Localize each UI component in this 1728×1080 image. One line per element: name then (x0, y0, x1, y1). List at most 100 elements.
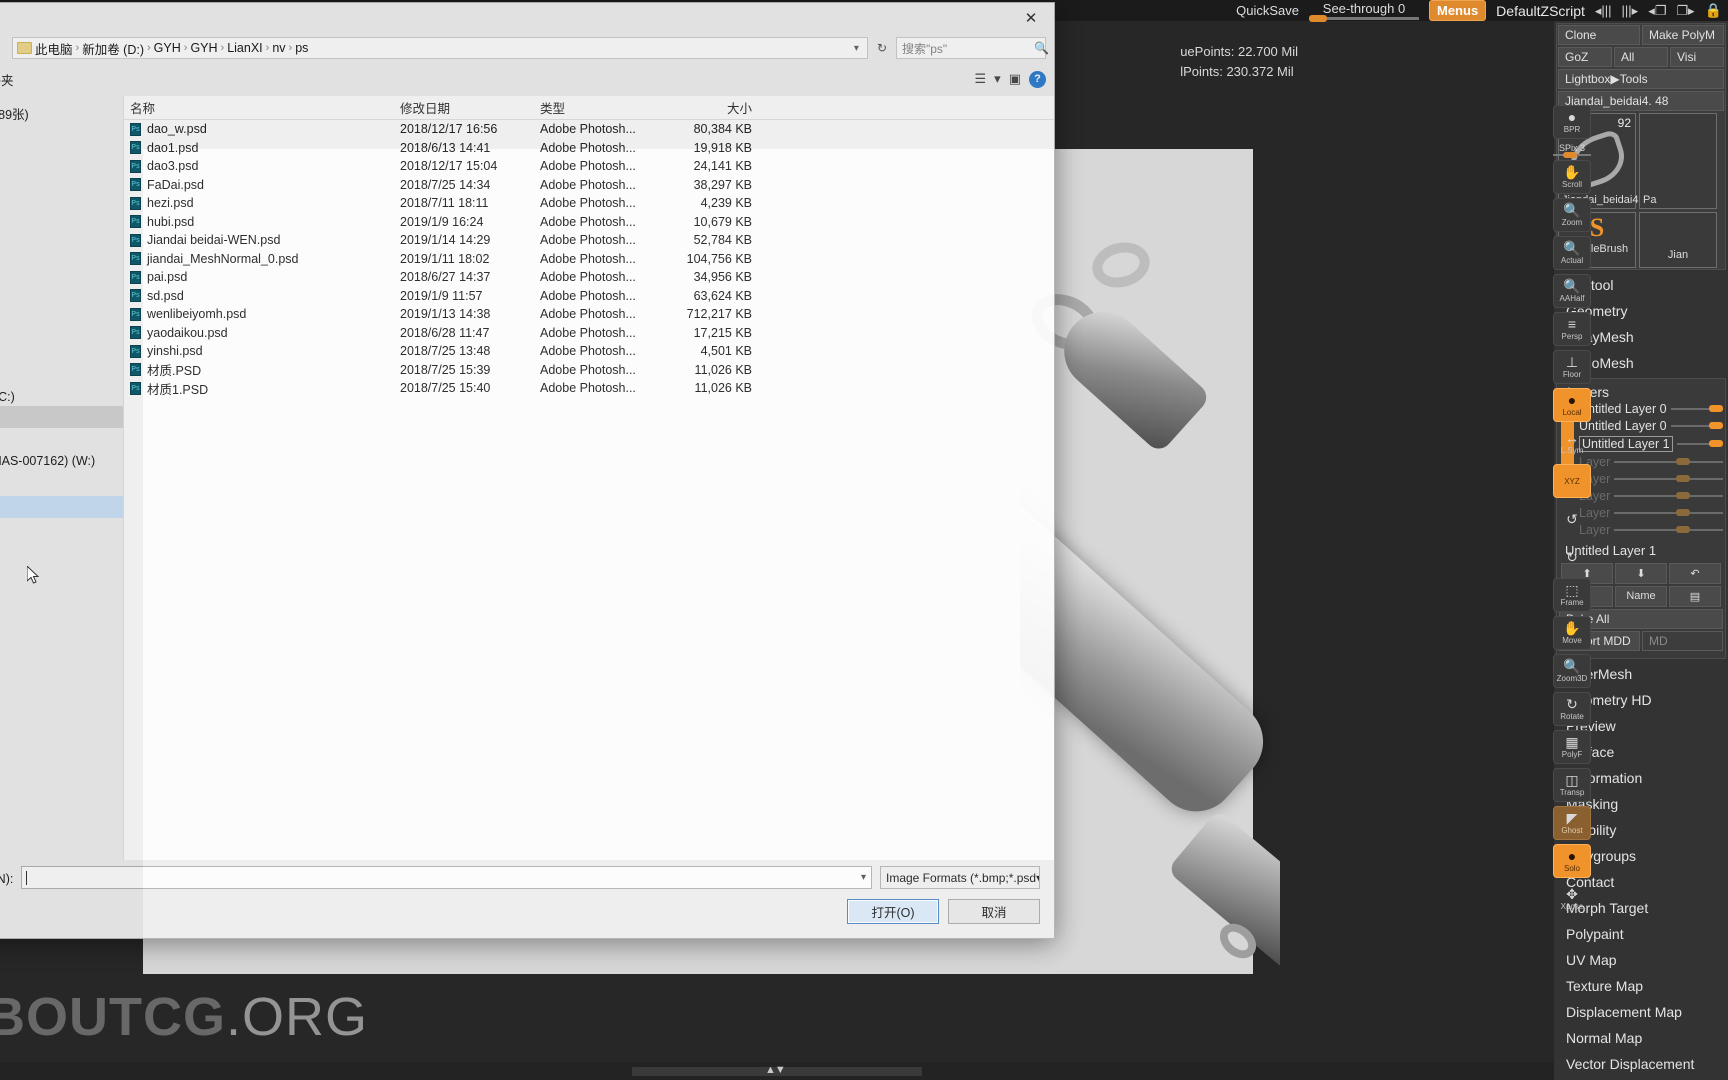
make-polymesh-button[interactable]: Make PolyM (1642, 25, 1724, 45)
tray-button-scroll[interactable]: ✋ Scroll (1553, 160, 1591, 194)
sidebar-item-3[interactable]: 盘 (C:) (0, 384, 123, 406)
tray-button-move[interactable]: ✋ Move (1553, 616, 1591, 650)
layer-slider-knob[interactable] (1676, 509, 1691, 516)
layer-row[interactable]: Layer (1579, 489, 1723, 503)
table-row[interactable]: Ps wenlibeiyomh.psd 2019/1/13 14:38 Adobe P… (124, 305, 1054, 324)
layer-intensity-slider[interactable] (1614, 475, 1723, 482)
zscript-next-icon[interactable]: |||▸ (1622, 3, 1639, 19)
tray-button-polyf[interactable]: ▦ PolyF (1553, 730, 1591, 764)
tray-button-aahalf[interactable]: 🔍 AAHalf (1553, 274, 1591, 308)
refresh-icon[interactable]: ↻ (874, 41, 890, 55)
layer-row[interactable]: Layer (1579, 506, 1723, 520)
all-button[interactable]: All (1614, 47, 1668, 67)
file-format-select[interactable]: Image Formats (*.bmp;*.psd ▾ (880, 866, 1040, 889)
tray-button-zoom3d[interactable]: 🔍 Zoom3D (1553, 654, 1591, 688)
layer-slider-knob[interactable] (1709, 440, 1723, 447)
layer-slider-knob[interactable] (1676, 475, 1691, 482)
open-button[interactable]: 打开(O) (847, 899, 939, 924)
tray-button-icon-11[interactable]: ↺ (1553, 502, 1591, 536)
preview-pane-icon[interactable]: ▣ (1009, 71, 1021, 87)
layer-slider-knob[interactable] (1676, 492, 1691, 499)
sidebar-item-0[interactable]: 子 (89张) (0, 102, 123, 124)
layer-slider-knob[interactable] (1709, 405, 1723, 412)
layer-name-button[interactable]: Name (1615, 586, 1667, 607)
layer-row[interactable]: Untitled Layer 1 (1579, 436, 1723, 452)
table-row[interactable]: Ps 材质.PSD 2018/7/25 15:39 Adobe Photosh... 1… (124, 361, 1054, 380)
cancel-button[interactable]: 取消 (948, 899, 1040, 924)
layer-intensity-slider[interactable] (1614, 458, 1723, 465)
filename-input[interactable]: ▾ (21, 866, 872, 889)
layer-row[interactable]: Layer (1579, 523, 1723, 537)
tray-button-zoom[interactable]: 🔍 Zoom (1553, 198, 1591, 232)
breadcrumb-item-4[interactable]: LianXI (227, 41, 262, 55)
tray-slider-knob[interactable] (1563, 152, 1577, 158)
breadcrumb-item-3[interactable]: GYH (190, 41, 217, 55)
zscript-prev-icon[interactable]: ◂||| (1595, 3, 1612, 19)
tray-button-solo[interactable]: ● Solo (1553, 844, 1591, 878)
up-icon[interactable]: ↑ (0, 40, 6, 56)
tray-button-floor[interactable]: ⊥ Floor (1553, 350, 1591, 384)
sidebar-item-6[interactable]: \\TNAS-007162) (W:) (0, 450, 123, 472)
tray-button-xyz[interactable]: XYZ (1553, 464, 1591, 498)
palette-menu-normal-map[interactable]: Normal Map (1554, 1025, 1728, 1051)
view-list-icon[interactable]: ☰ (975, 71, 987, 87)
column-header-name[interactable]: 名称 (124, 98, 394, 117)
tray-button-persp[interactable]: ≡ Persp (1553, 312, 1591, 346)
layer-reset-button[interactable]: ↶ (1669, 563, 1721, 584)
export-mdd-button[interactable]: MD (1642, 631, 1723, 651)
table-row[interactable]: Ps dao_w.psd 2018/12/17 16:56 Adobe Photosh… (124, 120, 1054, 139)
layer-row[interactable]: Untitled Layer 0 (1579, 402, 1723, 416)
sidebar-item-4[interactable]: (D:) (0, 406, 123, 428)
see-through-slider[interactable]: See-through 0 (1309, 1, 1419, 22)
open-file-dialog[interactable]: ge ✕ ← → ↑ 此电脑›新加卷 (D:)›GYH›GYH›LianXI›n… (0, 2, 1055, 939)
chevron-down-icon[interactable]: ▾ (994, 71, 1001, 87)
layer-slider-knob[interactable] (1676, 458, 1691, 465)
sidebar-item-1[interactable]: 库 (0, 196, 123, 218)
layer-down-button[interactable]: ⬇ (1615, 563, 1667, 584)
table-row[interactable]: Ps jiandai_MeshNormal_0.psd 2019/1/11 18:0… (124, 250, 1054, 269)
layer-intensity-slider[interactable] (1614, 509, 1723, 516)
tray-button-transp[interactable]: ◫ Transp (1553, 768, 1591, 802)
menus-button[interactable]: Menus (1429, 0, 1487, 21)
tray-button-bpr[interactable]: ● BPR (1553, 105, 1591, 139)
goz-button[interactable]: GoZ (1558, 47, 1612, 67)
table-row[interactable]: Ps dao3.psd 2018/12/17 15:04 Adobe Photosh.… (124, 157, 1054, 176)
tray-button-l-sym[interactable]: ↔ L.Sym (1553, 426, 1591, 460)
column-header-type[interactable]: 类型 (534, 98, 662, 117)
see-through-knob[interactable] (1309, 15, 1327, 22)
table-row[interactable]: Ps yinshi.psd 2018/7/25 13:48 Adobe Photosh… (124, 342, 1054, 361)
layer-split-button[interactable]: ▤ (1669, 586, 1721, 607)
table-row[interactable]: Ps hubi.psd 2019/1/9 16:24 Adobe Photosh...… (124, 213, 1054, 232)
breadcrumb[interactable]: 此电脑 › 新加卷 (D:) › GYH › GYH › LianXI › nv › ps ▾ (12, 37, 868, 59)
table-row[interactable]: Ps pai.psd 2018/6/27 14:37 Adobe Photosh...… (124, 268, 1054, 287)
breadcrumb-item-1[interactable]: 新加卷 (D:) (82, 39, 144, 58)
tray-button-frame[interactable]: ⬚ Frame (1553, 578, 1591, 612)
breadcrumb-item-5[interactable]: nv (272, 41, 285, 55)
tray-button-icon-12[interactable]: ↻ (1553, 540, 1591, 574)
filename-dropdown-icon[interactable]: ▾ (861, 872, 866, 883)
layer-row[interactable]: Layer (1579, 455, 1723, 469)
layer-intensity-slider[interactable] (1676, 440, 1723, 447)
visible-button[interactable]: Visi (1670, 47, 1724, 67)
file-list-pane[interactable]: 名称 修改日期 类型 大小 Ps dao_w.psd 2018/12/17 16:5… (123, 96, 1054, 860)
table-row[interactable]: Ps 材质1.PSD 2018/7/25 15:40 Adobe Photosh...… (124, 379, 1054, 398)
sidebar-item-7[interactable] (0, 496, 123, 518)
palette-menu-vector-displacement[interactable]: Vector Displacement (1554, 1051, 1728, 1077)
layer-row[interactable]: Untitled Layer 0 (1579, 419, 1723, 433)
brush-secondary[interactable]: Jian (1639, 212, 1717, 268)
layer-slider-knob[interactable] (1709, 422, 1723, 429)
column-header-size[interactable]: 大小 (662, 98, 762, 117)
zscript-label[interactable]: DefaultZScript (1496, 3, 1585, 19)
canvas-horizontal-scrollbar[interactable]: ▲▼ (632, 1064, 922, 1076)
lightbox-tools-button[interactable]: Lightbox▶Tools (1558, 69, 1724, 89)
layer-row[interactable]: Layer (1579, 472, 1723, 486)
table-row[interactable]: Ps dao1.psd 2018/6/13 14:41 Adobe Photosh..… (124, 139, 1054, 158)
table-row[interactable]: Ps Jiandai beidai-WEN.psd 2019/1/14 14:29 A… (124, 231, 1054, 250)
sidebar-item-5[interactable]: (E:) (0, 428, 123, 450)
layer-intensity-slider[interactable] (1614, 492, 1723, 499)
layer-intensity-slider[interactable] (1670, 422, 1723, 429)
quicksave-button[interactable]: QuickSave (1236, 3, 1299, 18)
column-header-date[interactable]: 修改日期 (394, 98, 534, 117)
layer-intensity-slider[interactable] (1670, 405, 1723, 412)
tray-button-rotate[interactable]: ↻ Rotate (1553, 692, 1591, 726)
